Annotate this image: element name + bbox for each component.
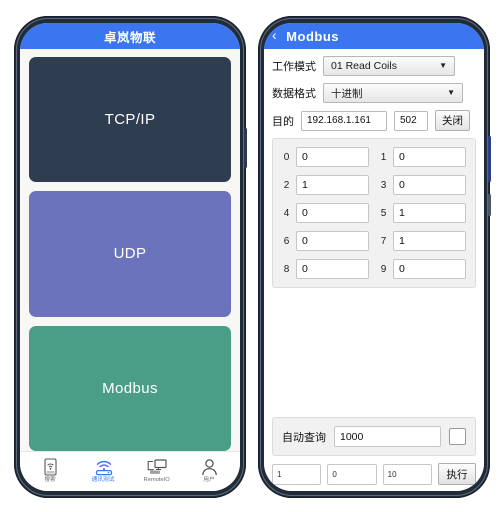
chevron-down-icon: ▼: [439, 61, 447, 70]
target-row: 目的 192.168.1.161 502 关闭: [272, 110, 476, 131]
bottom-tab-bar: 搜索 通讯测试 RemoteIO 用户: [20, 451, 240, 491]
register-cell: 6 0: [282, 231, 369, 251]
register-value-7[interactable]: 1: [393, 231, 466, 251]
port-input[interactable]: 502: [394, 110, 428, 131]
work-mode-label: 工作模式: [272, 61, 316, 73]
work-mode-row: 工作模式 01 Read Coils ▼: [272, 56, 476, 76]
register-cell: 4 0: [282, 203, 369, 223]
data-format-label: 数据格式: [272, 88, 316, 100]
register-cell: 8 0: [282, 259, 369, 279]
register-cell: 9 0: [379, 259, 466, 279]
tab-comm-test[interactable]: 通讯测试: [79, 457, 129, 483]
register-index: 0: [283, 151, 290, 163]
slave-id-input[interactable]: 1: [272, 463, 322, 485]
card-modbus-label: Modbus: [102, 379, 158, 397]
remote-io-icon: [146, 457, 167, 476]
tab-search[interactable]: 搜索: [26, 457, 76, 483]
device-search-icon: [44, 457, 57, 476]
target-label: 目的: [272, 115, 294, 128]
close-connection-button[interactable]: 关闭: [435, 110, 470, 131]
ip-address-input[interactable]: 192.168.1.161: [301, 110, 387, 131]
register-index: 3: [380, 179, 387, 191]
register-value-1[interactable]: 0: [393, 147, 466, 167]
tab-user-label: 用户: [203, 477, 216, 483]
card-modbus[interactable]: Modbus: [29, 325, 231, 451]
phone-device-right: ‹ Modbus 工作模式 01 Read Coils ▼ 数据格式 十进制 ▼: [258, 16, 491, 498]
screenshot-canvas: 卓岚物联 TCP/IP UDP Modbus 搜索 通讯测试 RemoteIO …: [0, 0, 500, 512]
register-panel: 0 0 1 0 2 1 3 0 4 0 5 1 6 0 7 1 8 0 9 0: [272, 138, 476, 288]
register-cell: 0 0: [282, 147, 369, 167]
register-value-4[interactable]: 0: [296, 203, 369, 223]
modbus-form: 工作模式 01 Read Coils ▼ 数据格式 十进制 ▼ 目的 192.1: [264, 49, 484, 491]
work-mode-value: 01 Read Coils: [331, 60, 397, 72]
home-card-list: TCP/IP UDP Modbus: [20, 49, 240, 451]
appbar-title-home: 卓岚物联: [103, 30, 156, 45]
tab-user[interactable]: 用户: [185, 457, 235, 483]
card-udp-label: UDP: [113, 245, 147, 263]
chevron-down-icon: ▼: [447, 88, 455, 97]
phone-device-left: 卓岚物联 TCP/IP UDP Modbus 搜索 通讯测试 RemoteIO …: [14, 16, 247, 498]
register-cell: 1 0: [379, 147, 466, 167]
register-grid: 0 0 1 0 2 1 3 0 4 0 5 1 6 0 7 1 8 0 9 0: [282, 147, 466, 279]
tab-remoteio[interactable]: RemoteIO: [132, 457, 182, 483]
register-index: 9: [380, 263, 387, 275]
auto-query-label: 自动查询: [282, 431, 326, 444]
register-cell: 5 1: [379, 203, 466, 223]
screen-right: ‹ Modbus 工作模式 01 Read Coils ▼ 数据格式 十进制 ▼: [264, 23, 484, 491]
register-cell: 3 0: [379, 175, 466, 195]
quantity-input[interactable]: 10: [382, 463, 432, 485]
card-udp[interactable]: UDP: [29, 191, 231, 317]
start-address-input[interactable]: 0: [327, 463, 377, 485]
screen-left: 卓岚物联 TCP/IP UDP Modbus 搜索 通讯测试 RemoteIO …: [20, 23, 240, 491]
auto-query-interval-input[interactable]: 1000: [334, 426, 441, 447]
wifi-router-icon: [94, 457, 114, 476]
work-mode-select[interactable]: 01 Read Coils ▼: [323, 56, 455, 76]
register-value-0[interactable]: 0: [296, 147, 369, 167]
tab-search-label: 搜索: [44, 477, 57, 483]
register-cell: 7 1: [379, 231, 466, 251]
execute-row: 1 0 10 执行: [272, 463, 476, 485]
auto-query-panel: 自动查询 1000: [272, 417, 476, 456]
register-value-8[interactable]: 0: [296, 259, 369, 279]
tab-comm-test-label: 通讯测试: [92, 477, 115, 483]
card-tcpip[interactable]: TCP/IP: [29, 57, 231, 183]
appbar-modbus: ‹ Modbus: [264, 23, 484, 49]
appbar-title-modbus: Modbus: [286, 28, 339, 44]
user-icon: [201, 457, 218, 476]
register-index: 5: [380, 207, 387, 219]
register-index: 2: [283, 179, 290, 191]
volume-button-right[interactable]: [488, 194, 491, 216]
data-format-value: 十进制: [331, 87, 363, 100]
register-value-3[interactable]: 0: [393, 175, 466, 195]
register-value-9[interactable]: 0: [393, 259, 466, 279]
data-format-row: 数据格式 十进制 ▼: [272, 83, 476, 103]
register-value-2[interactable]: 1: [296, 175, 369, 195]
register-value-5[interactable]: 1: [393, 203, 466, 223]
register-cell: 2 1: [282, 175, 369, 195]
auto-query-checkbox[interactable]: [449, 428, 466, 445]
register-index: 1: [380, 151, 387, 163]
register-index: 7: [380, 235, 387, 247]
appbar-home: 卓岚物联: [20, 23, 240, 49]
data-format-select[interactable]: 十进制 ▼: [323, 83, 463, 103]
execute-button[interactable]: 执行: [437, 463, 476, 485]
register-index: 8: [283, 263, 290, 275]
chevron-left-icon[interactable]: ‹: [272, 28, 277, 42]
register-index: 4: [283, 207, 290, 219]
tab-remoteio-label: RemoteIO: [143, 477, 170, 483]
register-index: 6: [283, 235, 290, 247]
power-button-right[interactable]: [488, 136, 491, 182]
layout-spacer: [272, 295, 476, 410]
card-tcpip-label: TCP/IP: [104, 111, 156, 129]
power-button-left[interactable]: [244, 128, 247, 168]
register-value-6[interactable]: 0: [296, 231, 369, 251]
